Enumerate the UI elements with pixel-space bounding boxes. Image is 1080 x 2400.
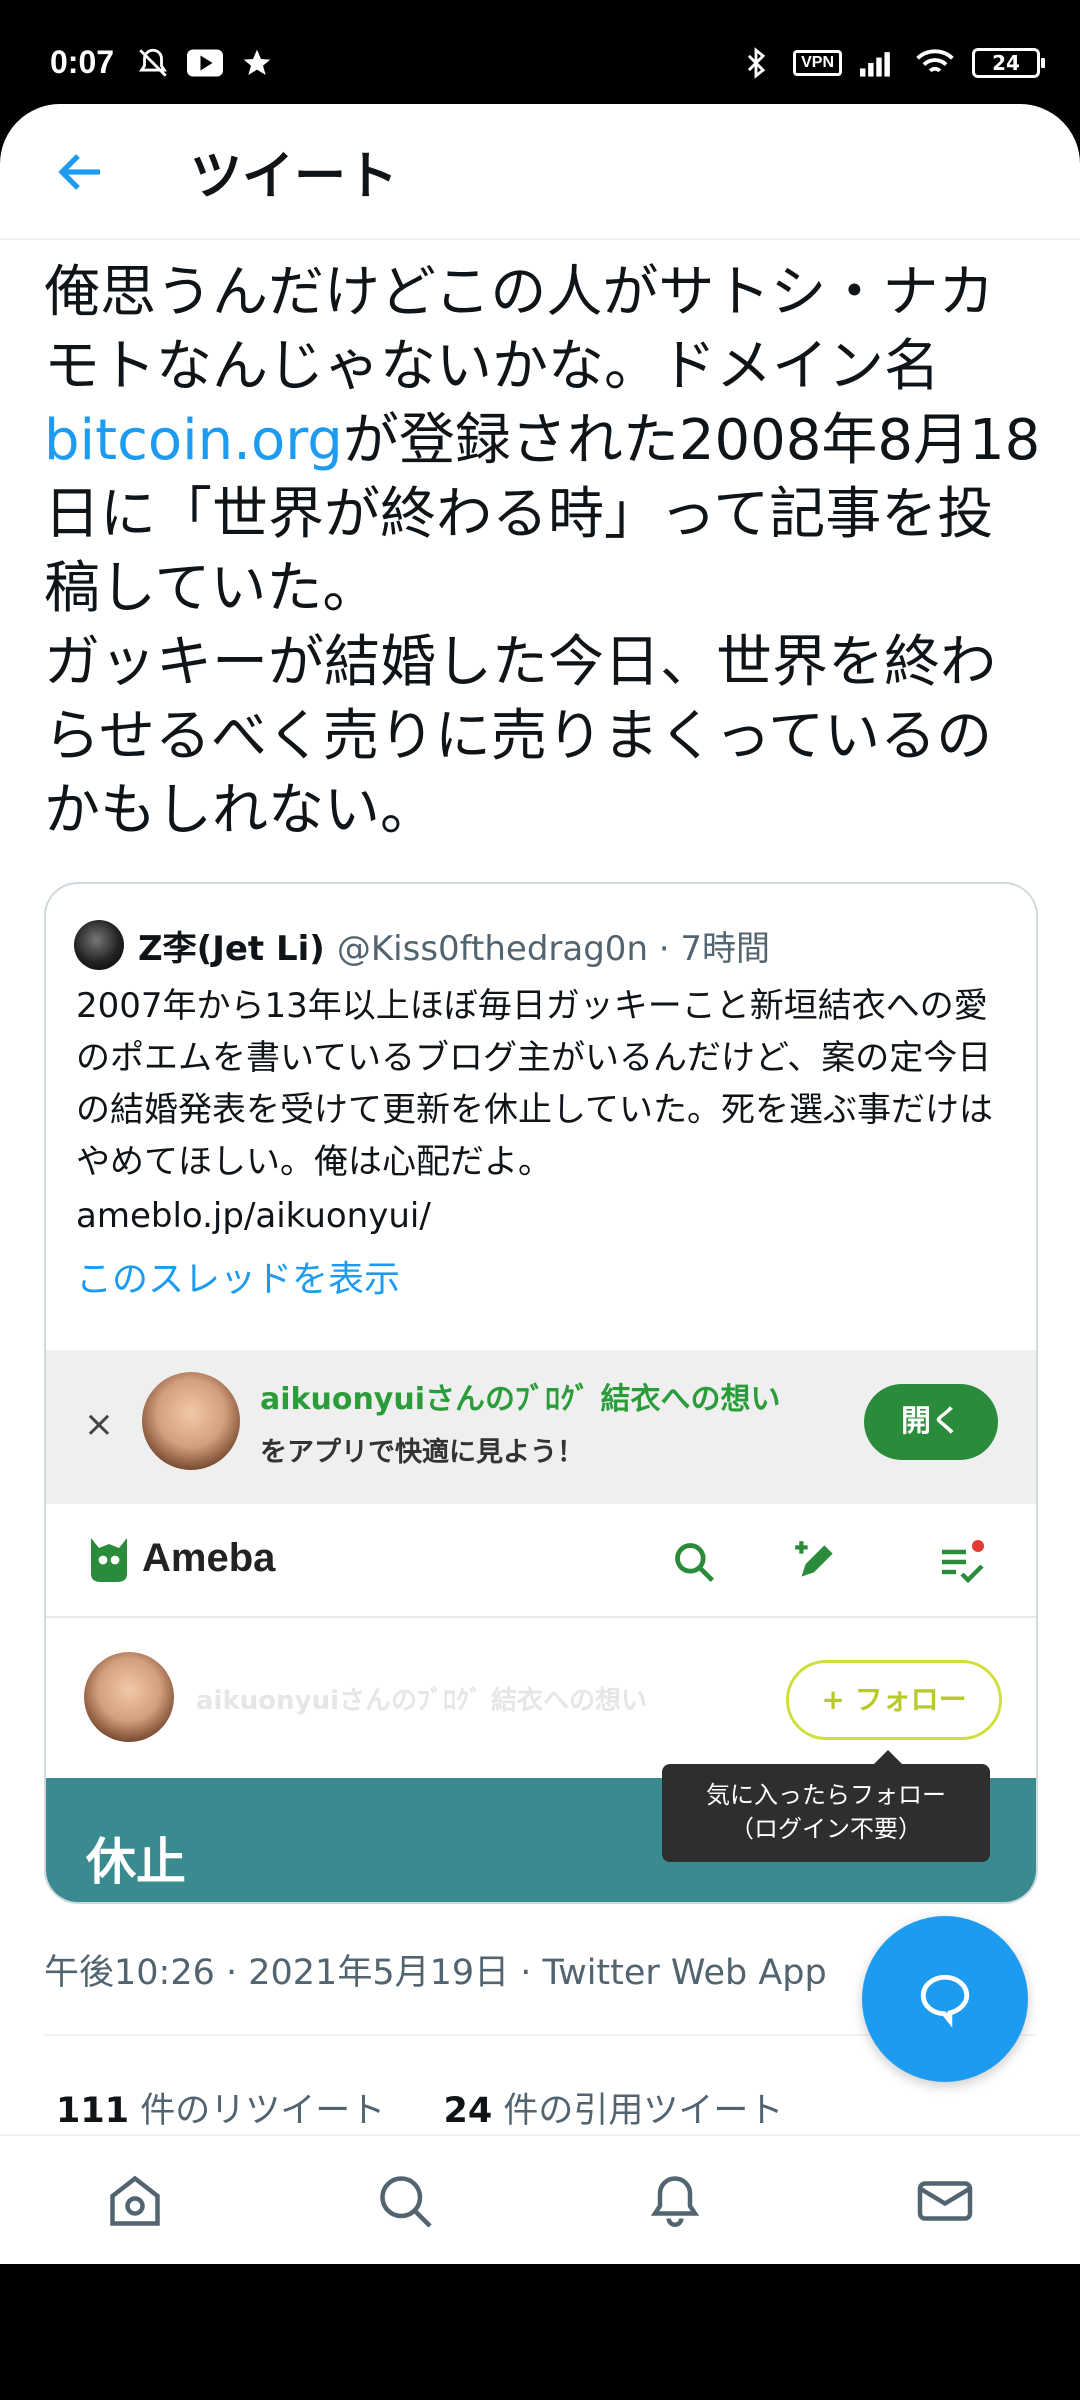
- write-post-icon[interactable]: [788, 1534, 844, 1590]
- app-banner: × aikuonyuiさんのﾌﾞﾛｸﾞ 結衣への想い をアプリで快適に見よう！ …: [46, 1350, 1036, 1504]
- blog-section-title: 休止: [86, 1833, 186, 1891]
- show-thread-link[interactable]: このスレッドを表示: [76, 1250, 400, 1302]
- status-time: 0:07: [50, 44, 115, 80]
- follow-button[interactable]: + フォロー: [786, 1660, 1002, 1740]
- retweet-stat[interactable]: 111 件のリツイート: [56, 2091, 385, 2131]
- ameba-logo-text: Ameba: [142, 1535, 276, 1580]
- ameba-header: Ameba: [46, 1504, 1036, 1618]
- quote-label: 件の引用ツイート: [492, 2091, 784, 2131]
- checklist-icon[interactable]: [934, 1534, 990, 1590]
- blog-name: aikuonyuiさんのﾌﾞﾛｸﾞ 結衣への想い: [196, 1686, 648, 1716]
- back-button[interactable]: [48, 140, 112, 204]
- avatar[interactable]: [74, 920, 124, 970]
- wifi-icon: [916, 44, 954, 82]
- retweet-label: 件のリツイート: [129, 2091, 386, 2131]
- open-app-button[interactable]: 開く: [864, 1384, 998, 1460]
- follow-tooltip: 気に入ったらフォロー （ログイン不要）: [662, 1750, 990, 1862]
- ameba-logo[interactable]: Ameba: [84, 1530, 275, 1586]
- search-icon[interactable]: [666, 1534, 722, 1590]
- quote-author-name: Z李(Jet Li): [138, 928, 325, 969]
- messages-icon[interactable]: [910, 2166, 980, 2236]
- ameba-mascot-icon: [91, 1538, 127, 1582]
- reply-fab[interactable]: [862, 1916, 1028, 2082]
- banner-title: aikuonyuiさんのﾌﾞﾛｸﾞ 結衣への想い: [260, 1382, 781, 1417]
- banner-subtitle: をアプリで快適に見よう！: [260, 1437, 584, 1468]
- retweet-count: 111: [56, 2091, 130, 2131]
- bluetooth-icon: [737, 44, 775, 82]
- youtube-icon: [186, 44, 224, 82]
- tooltip-line: （ログイン不要）: [730, 1815, 922, 1843]
- tweet-timestamp: 午後10:26 · 2021年5月19日 · Twitter Web App: [44, 1953, 827, 1993]
- tweet-stats: 111 件のリツイート 24 件の引用ツイート: [56, 2082, 783, 2133]
- bottom-tab-bar: [0, 2134, 1080, 2264]
- quote-stat[interactable]: 24 件の引用ツイート: [443, 2091, 783, 2131]
- arrow-left-icon: [58, 154, 100, 190]
- notifications-icon[interactable]: [640, 2166, 710, 2236]
- blog-avatar: [142, 1372, 240, 1470]
- status-bar: 0:07 VPN 24: [0, 0, 1080, 104]
- header: ツイート: [0, 104, 1080, 240]
- quoted-tweet[interactable]: Z李(Jet Li) @Kiss0fthedrag0n · 7時間 2007年か…: [44, 882, 1038, 1904]
- quote-text: 2007年から13年以上ほぼ毎日ガッキーこと新垣結衣への愛のポエムを書いているブ…: [76, 986, 993, 1182]
- signal-icon: [860, 44, 898, 82]
- avatar: [84, 1652, 174, 1742]
- tooltip-line: 気に入ったらフォロー: [706, 1781, 946, 1809]
- tweet-link[interactable]: bitcoin.org: [44, 408, 343, 473]
- status-left-icons: [134, 44, 276, 82]
- tweet-detail-screen: ツイート 俺思うんだけどこの人がサトシ・ナカモトなんじゃないかな。ドメイン名 bi…: [0, 104, 1080, 2264]
- page-title: ツイート: [190, 147, 399, 207]
- battery-icon: 24: [972, 48, 1045, 78]
- reply-bubble-icon: [920, 1974, 970, 2028]
- search-icon[interactable]: [370, 2166, 440, 2236]
- banner-close-button[interactable]: ×: [74, 1400, 124, 1450]
- status-right-icons: VPN 24: [737, 44, 1045, 82]
- quote-header: Z李(Jet Li) @Kiss0fthedrag0n · 7時間: [74, 918, 770, 972]
- tweet-text-part: 俺思うんだけどこの人がサトシ・ナカモトなんじゃないかな。ドメイン名: [44, 260, 995, 399]
- quote-author-handle: @Kiss0fthedrag0n · 7時間: [336, 928, 771, 969]
- tweet-text-part: が登録された2008年8月18日に「世界が終わる時」って記事を投稿していた。 ガ…: [44, 408, 1041, 843]
- star-icon: [238, 44, 276, 82]
- vpn-badge: VPN: [793, 50, 842, 76]
- bell-muted-icon: [134, 44, 172, 82]
- tweet-text: 俺思うんだけどこの人がサトシ・ナカモトなんじゃないかな。ドメイン名 bitcoin…: [44, 256, 1044, 848]
- quote-count: 24: [443, 2091, 493, 2131]
- home-icon[interactable]: [100, 2166, 170, 2236]
- quote-link[interactable]: ameblo.jp/aikuonyui/: [76, 1196, 431, 1236]
